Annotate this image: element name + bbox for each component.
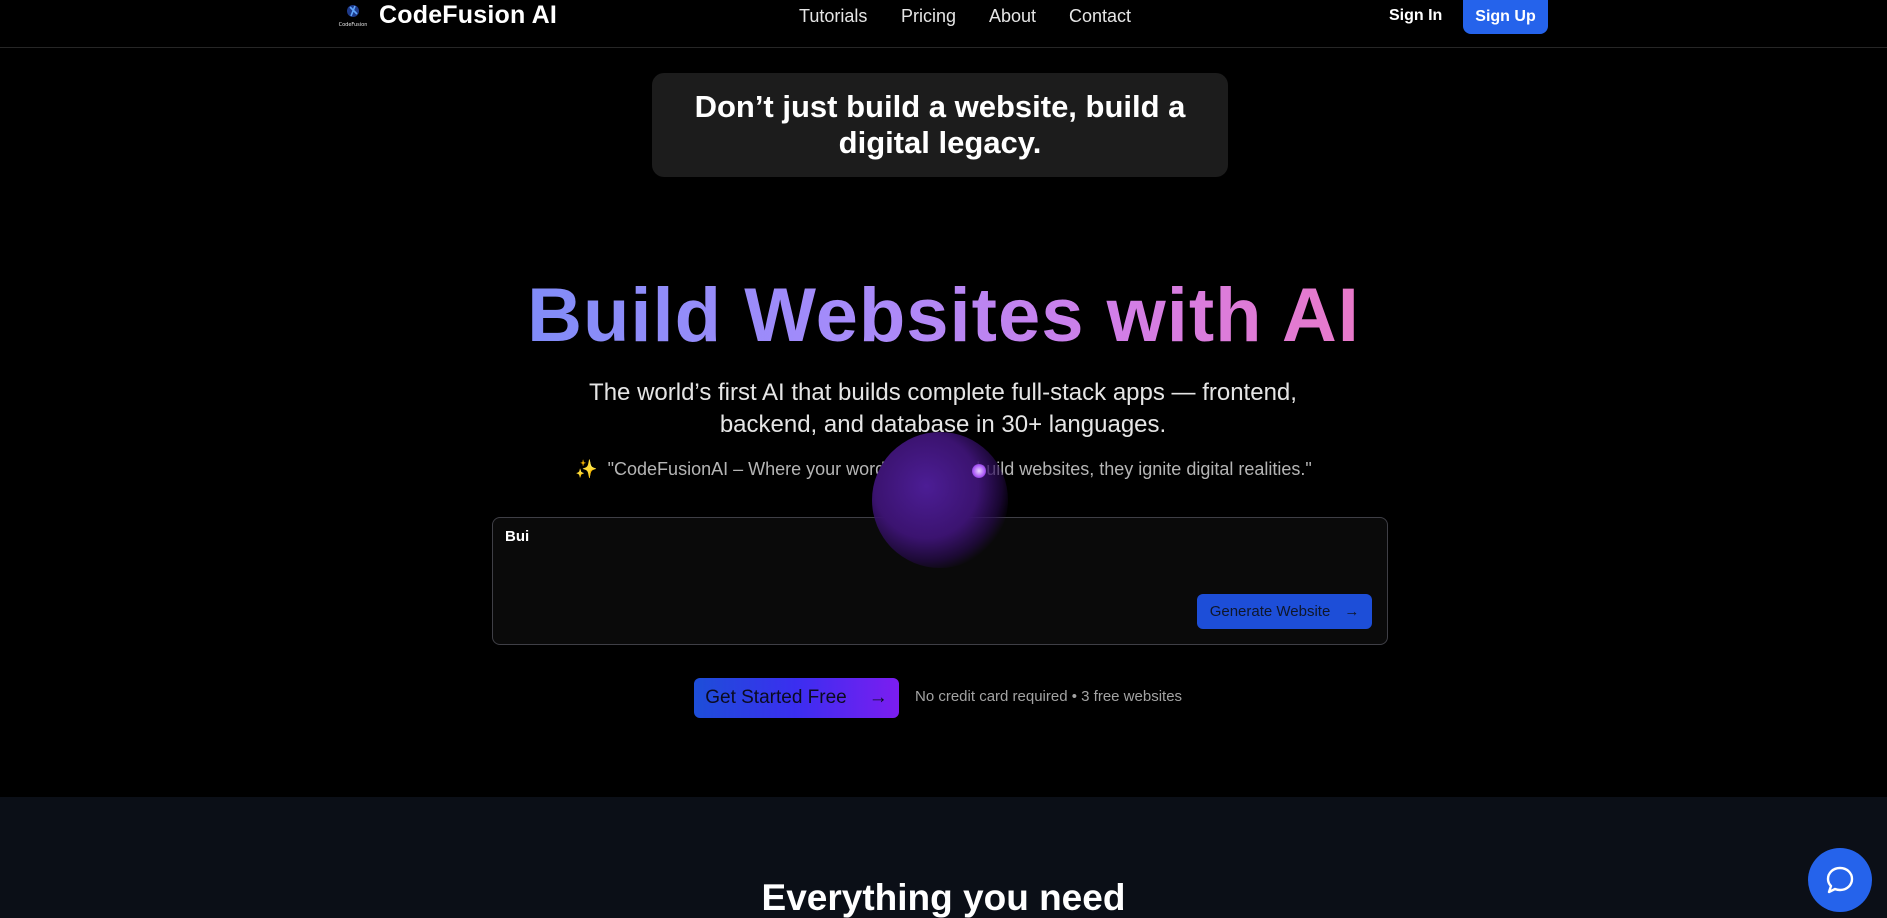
sign-in-link[interactable]: Sign In: [1389, 7, 1442, 25]
nav-link-pricing[interactable]: Pricing: [901, 6, 956, 27]
nav-link-about[interactable]: About: [989, 6, 1036, 27]
top-nav-bar: CodeFusion CodeFusion AI Tutorials Prici…: [0, 0, 1887, 48]
sign-up-button[interactable]: Sign Up: [1463, 0, 1548, 34]
get-started-label: Get Started Free: [705, 687, 847, 708]
generate-website-button[interactable]: Generate Website →: [1197, 594, 1372, 629]
arrow-right-icon: →: [1344, 603, 1360, 620]
tagline-text: Don’t just build a website, build a digi…: [694, 89, 1186, 160]
get-started-button[interactable]: Get Started Free →: [694, 678, 899, 718]
nav-link-contact[interactable]: Contact: [1069, 6, 1131, 27]
hero-subtitle: The world’s first AI that builds complet…: [589, 379, 1297, 438]
arrow-right-icon: →: [868, 687, 888, 708]
sparkles-icon: ✨: [575, 459, 598, 479]
hero-quote: ✨ "CodeFusionAI – Where your words don’t …: [0, 459, 1887, 480]
logo-icon[interactable]: CodeFusion: [335, 2, 371, 28]
cursor-dot: [972, 464, 986, 478]
cta-note: No credit card required • 3 free website…: [915, 688, 1183, 705]
hero-title: Build Websites with AI: [527, 273, 1360, 358]
quote-text: "CodeFusionAI – Where your words don’t j…: [607, 459, 1312, 479]
brand-name[interactable]: CodeFusion AI: [379, 1, 557, 30]
website-prompt-textarea[interactable]: Bui Generate Website →: [492, 517, 1388, 645]
tagline-card: Don’t just build a website, build a digi…: [652, 73, 1228, 177]
chat-button[interactable]: [1808, 848, 1872, 912]
features-title: Everything you need: [761, 877, 1126, 918]
nav-link-tutorials[interactable]: Tutorials: [799, 6, 867, 27]
chat-bubble-icon: [1826, 866, 1854, 894]
prompt-value[interactable]: Bui: [505, 528, 529, 545]
generate-website-label: Generate Website: [1209, 603, 1331, 620]
svg-text:CodeFusion: CodeFusion: [339, 22, 368, 28]
